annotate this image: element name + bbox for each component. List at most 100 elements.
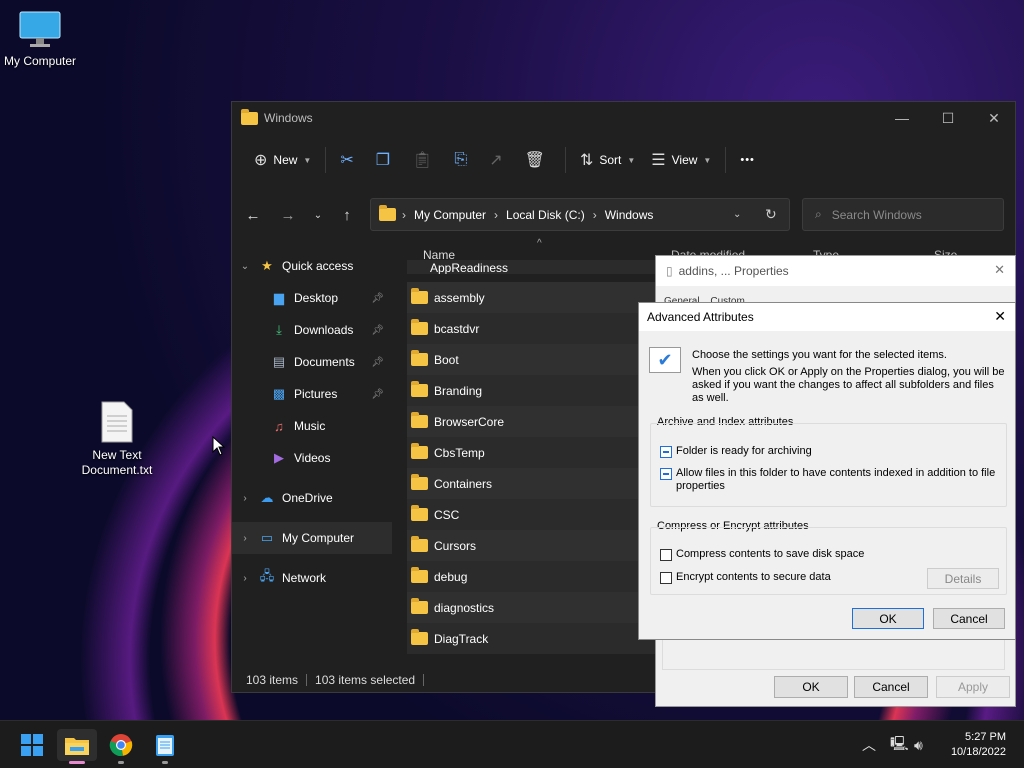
address-bar[interactable]: › My Computer › Local Disk (C:) › Window… (370, 198, 790, 231)
properties-titlebar[interactable]: ▯ addins, ... Properties ✕ (656, 256, 1015, 286)
nav-label: My Computer (282, 531, 355, 545)
delete-button[interactable]: 🗑︎ (517, 144, 559, 176)
breadcrumb-local-disk[interactable]: Local Disk (C:) (506, 208, 585, 222)
sort-button[interactable]: ⇅ Sort ▼ (572, 144, 643, 176)
file-row[interactable]: bcastdvr (407, 313, 657, 344)
chevron-down-icon[interactable]: ⌄ (232, 261, 258, 272)
view-button[interactable]: ☰ View ▼ (643, 144, 719, 176)
index-checkbox[interactable]: Allow files in this folder to have conte… (660, 467, 1000, 493)
show-hidden-icons-button[interactable]: ︿ (862, 721, 876, 768)
archive-checkbox[interactable]: Folder is ready for archiving (660, 445, 812, 458)
more-options-button[interactable]: ••• (732, 144, 763, 176)
refresh-icon[interactable]: ↻ (765, 206, 777, 223)
sort-label: Sort (599, 153, 622, 167)
file-row[interactable]: Boot (407, 344, 657, 375)
share-button[interactable]: ↗ (481, 144, 516, 176)
file-row[interactable]: assembly (407, 282, 657, 313)
breadcrumb-my-computer[interactable]: My Computer (414, 208, 486, 222)
file-row[interactable]: CbsTemp (407, 437, 657, 468)
file-row[interactable]: BrowserCore (407, 406, 657, 437)
nav-label: Documents (294, 355, 355, 369)
taskbar-chrome[interactable] (101, 729, 141, 764)
nav-network[interactable]: › 🖧︎ Network (232, 562, 392, 594)
address-dropdown-icon[interactable]: ⌄ (733, 209, 741, 220)
music-icon: ♫ (274, 418, 284, 434)
rename-button[interactable]: ⎘ (446, 144, 481, 176)
nav-quick-access[interactable]: ⌄ ★ Quick access (232, 250, 392, 282)
advanced-ok-button[interactable]: OK (852, 608, 924, 629)
close-button[interactable]: ✕ (971, 102, 1017, 134)
nav-videos[interactable]: ▶ Videos (232, 442, 392, 474)
nav-desktop[interactable]: ▆ Desktop 📌︎ (232, 282, 392, 314)
copy-button[interactable]: ❐ (368, 144, 404, 176)
file-row[interactable]: Branding (407, 375, 657, 406)
copy-icon: ❐ (375, 152, 391, 169)
volume-button[interactable]: 🔊︎ (914, 721, 923, 768)
mouse-cursor-icon (212, 436, 226, 456)
maximize-button[interactable]: ☐ (925, 102, 971, 134)
compress-checkbox[interactable]: Compress contents to save disk space (660, 548, 864, 561)
breadcrumb-windows[interactable]: Windows (605, 208, 654, 222)
details-button[interactable]: Details (927, 568, 999, 589)
taskbar-notepad[interactable] (145, 729, 185, 764)
recent-locations-button[interactable]: ⌄ (303, 198, 333, 232)
advanced-titlebar[interactable]: Advanced Attributes ✕ (639, 303, 1015, 331)
clock-date: 10/18/2022 (950, 746, 1006, 758)
folder-icon (411, 319, 428, 335)
up-button[interactable]: ↑ (332, 198, 362, 232)
search-box[interactable]: ⌕ Search Windows (802, 198, 1004, 231)
trash-icon: 🗑︎ (524, 152, 545, 169)
running-indicator (118, 761, 124, 764)
file-row[interactable]: DiagTrack (407, 623, 657, 654)
close-icon[interactable]: ✕ (994, 262, 1005, 278)
nav-onedrive[interactable]: › ☁ OneDrive (232, 482, 392, 514)
checkmark-icon: ✔ (649, 347, 681, 373)
desktop-icon-my-computer[interactable]: My Computer (2, 10, 78, 69)
active-indicator (69, 761, 85, 764)
close-icon[interactable]: ✕ (994, 308, 1006, 325)
nav-my-computer[interactable]: › ▭ My Computer (232, 522, 392, 554)
chevron-right-icon[interactable]: › (232, 533, 258, 544)
note-text: When you click OK or Apply on the Proper… (692, 366, 1005, 404)
file-row[interactable]: CSC (407, 499, 657, 530)
checkbox-indeterminate-icon (660, 468, 672, 480)
cut-button[interactable]: ✂ (332, 144, 367, 176)
chevron-right-icon[interactable]: › (232, 493, 258, 504)
network-status-button[interactable]: 🖳︎ (890, 721, 909, 768)
desktop-icon-text-document[interactable]: New Text Document.txt (76, 400, 158, 478)
encrypt-checkbox[interactable]: Encrypt contents to secure data (660, 571, 831, 584)
properties-apply-button[interactable]: Apply (936, 676, 1010, 698)
nav-music[interactable]: ♫ Music (232, 410, 392, 442)
chevron-right-icon[interactable]: › (232, 573, 258, 584)
file-row[interactable]: debug (407, 561, 657, 592)
advanced-cancel-button[interactable]: Cancel (933, 608, 1005, 629)
nav-documents[interactable]: ▤ Documents 📌︎ (232, 346, 392, 378)
notepad-icon (156, 735, 174, 756)
file-row[interactable]: Containers (407, 468, 657, 499)
taskbar-file-explorer[interactable] (57, 729, 97, 764)
pin-icon: 📌︎ (371, 324, 384, 336)
paste-button[interactable]: 📋︎ (404, 144, 446, 176)
file-row[interactable]: diagnostics (407, 592, 657, 623)
archive-index-group: Folder is ready for archiving Allow file… (650, 423, 1007, 507)
new-label: New (273, 153, 298, 167)
minimize-button[interactable]: — (879, 102, 925, 134)
nav-label: Network (282, 571, 327, 585)
back-button[interactable]: ← (238, 198, 268, 232)
nav-downloads[interactable]: ⤓ Downloads 📌︎ (232, 314, 392, 346)
properties-cancel-button[interactable]: Cancel (854, 676, 928, 698)
file-row-partial[interactable]: AppReadiness (407, 260, 657, 274)
selected-count: 103 items selected (315, 673, 416, 687)
advanced-title: Advanced Attributes (647, 310, 754, 324)
file-row[interactable]: Cursors (407, 530, 657, 561)
new-button[interactable]: ⊕ New ▼ (246, 144, 319, 176)
forward-button[interactable]: → (273, 198, 303, 232)
properties-ok-button[interactable]: OK (774, 676, 848, 698)
clock[interactable]: 5:27 PM 10/18/2022 (951, 730, 1006, 760)
start-button[interactable] (12, 729, 52, 761)
pin-icon: 📌︎ (371, 356, 384, 368)
speaker-icon: 🔊︎ (914, 736, 923, 753)
file-name: Cursors (434, 538, 477, 553)
file-name: bcastdvr (434, 321, 480, 336)
nav-pictures[interactable]: ▩ Pictures 📌︎ (232, 378, 392, 410)
